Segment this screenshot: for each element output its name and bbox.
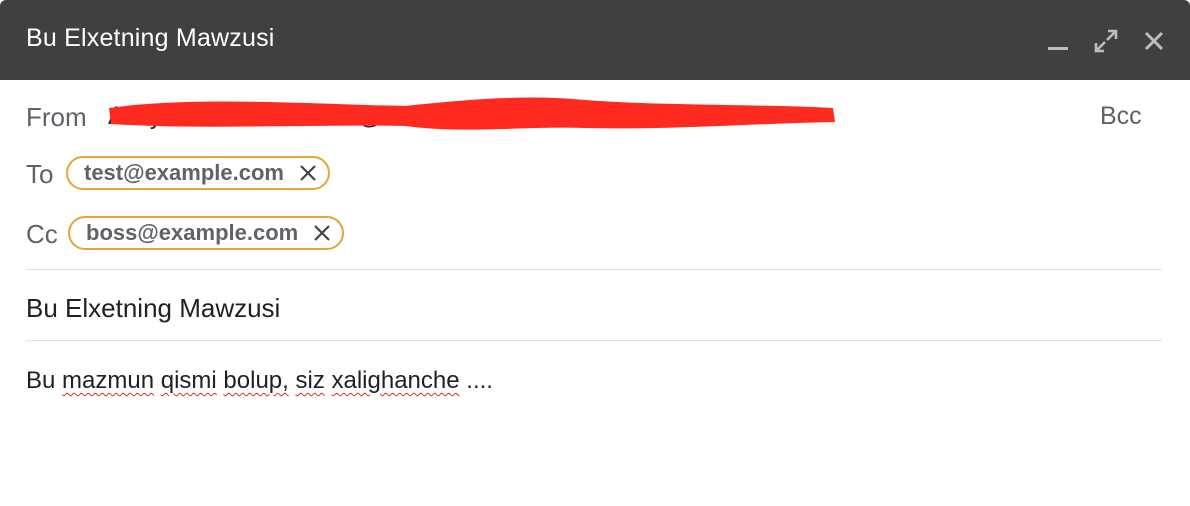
subject-input[interactable] <box>26 290 1162 326</box>
misspelled-word: qismi <box>160 367 217 394</box>
cc-recipient-chip[interactable]: boss@example.com <box>68 216 345 250</box>
misspelled-word: xalighanche <box>331 367 460 394</box>
from-label: From <box>26 102 87 132</box>
recipient-email: test@example.com <box>84 160 284 185</box>
minimize-button[interactable] <box>1043 26 1073 56</box>
minimize-icon <box>1048 47 1068 50</box>
divider <box>26 340 1162 341</box>
body-word: .... <box>466 367 493 394</box>
recipient-chip[interactable]: test@example.com <box>66 156 330 190</box>
remove-recipient-button[interactable] <box>298 163 318 183</box>
divider <box>26 269 1162 270</box>
window-title: Bu Elxetning Mawzusi <box>26 24 275 52</box>
cc-recipient-email: boss@example.com <box>86 220 299 245</box>
close-icon <box>1144 31 1164 51</box>
misspelled-word: siz <box>295 367 325 394</box>
expand-icon <box>1094 29 1118 53</box>
expand-button[interactable] <box>1091 26 1121 56</box>
message-body[interactable]: Bu mazmun qismi bolup, siz xalighanche .… <box>26 367 1162 395</box>
redaction-mark <box>109 97 835 130</box>
body-word: Bu <box>26 367 56 394</box>
remove-cc-recipient-button[interactable] <box>312 223 332 243</box>
close-icon <box>300 165 316 181</box>
to-label: To <box>26 159 54 189</box>
bcc-button[interactable]: Bcc <box>1100 102 1142 131</box>
from-row: From A aly Muhammad <ab @ .com> Bcc <box>0 96 1190 140</box>
compose-window: Bu Elxetning Mawzusi From A aly Muhammad… <box>0 0 1190 506</box>
misspelled-word: mazmun <box>62 367 155 394</box>
title-bar: Bu Elxetning Mawzusi <box>0 0 1190 80</box>
close-button[interactable] <box>1139 26 1169 56</box>
misspelled-word: bolup, <box>223 367 289 394</box>
close-icon <box>314 225 330 241</box>
cc-label: Cc <box>26 219 58 249</box>
